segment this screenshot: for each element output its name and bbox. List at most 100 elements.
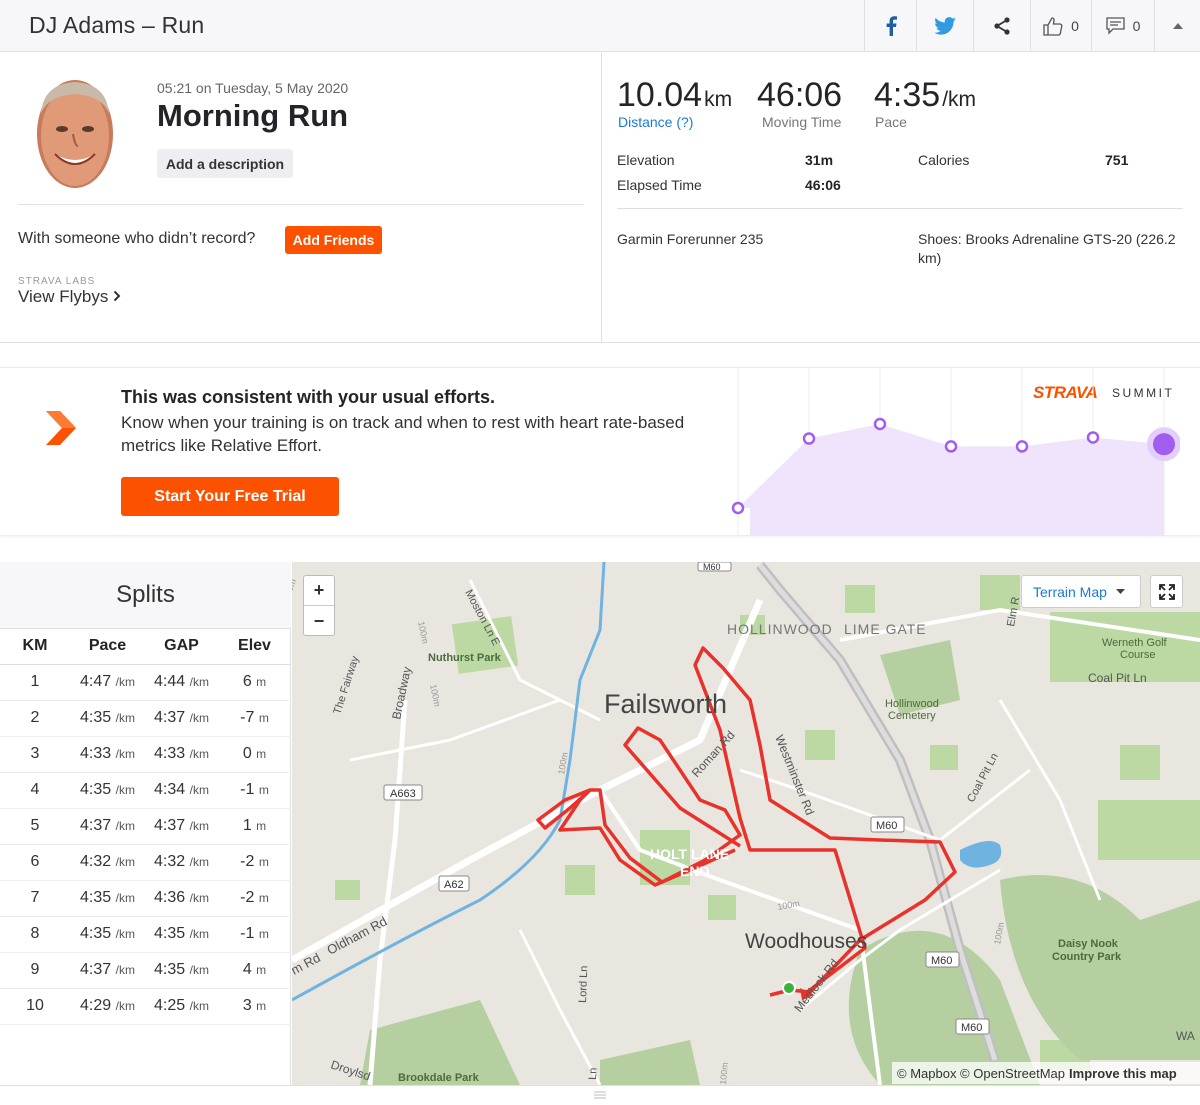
- comment-button[interactable]: 0: [1091, 0, 1154, 52]
- athlete-avatar[interactable]: [33, 74, 117, 192]
- map-canvas[interactable]: Failsworth Woodhouses HOLLINWOOD LIME GA…: [292, 562, 1200, 1085]
- splits-title: Splits: [0, 562, 291, 629]
- fullscreen-button[interactable]: [1150, 575, 1183, 608]
- split-gap: 4:36 /km: [145, 880, 218, 917]
- split-gap: 4:44 /km: [145, 664, 218, 701]
- col-pace: Pace: [70, 629, 145, 665]
- map-label-woodhouses: Woodhouses: [745, 930, 867, 953]
- chart-point: [873, 417, 887, 431]
- shield-m60-a: M60: [876, 820, 897, 832]
- view-flybys-link[interactable]: View Flybys: [18, 287, 108, 307]
- map-attribution: © Mapbox © OpenStreetMap Improve this ma…: [892, 1062, 1200, 1084]
- split-elev: 3 m: [218, 988, 291, 1025]
- start-marker: [782, 981, 796, 995]
- elapsed-time-label: Elapsed Time: [617, 177, 702, 193]
- split-km: 6: [0, 844, 70, 881]
- split-pace: 4:37 /km: [70, 808, 145, 845]
- split-gap: 4:33 /km: [145, 736, 218, 773]
- split-gap: 4:37 /km: [145, 700, 218, 737]
- contour-100m-e: 100m: [992, 921, 1006, 945]
- col-km: KM: [0, 629, 70, 665]
- zoom-out-button[interactable]: −: [304, 606, 334, 636]
- col-gap: GAP: [145, 629, 218, 665]
- map-label-lime-gate: LIME GATE: [844, 621, 927, 637]
- split-row: 1 4:47 /km 4:44 /km 6 m: [0, 664, 291, 701]
- split-pace: 4:35 /km: [70, 880, 145, 917]
- contour-0m: 0m: [292, 578, 298, 593]
- split-pace: 4:35 /km: [70, 700, 145, 737]
- shoes-line-1: Shoes: Brooks Adrenaline GTS-20 (226.2: [918, 231, 1176, 247]
- split-km: 3: [0, 736, 70, 773]
- distance-unit: km: [704, 88, 733, 111]
- add-description-button[interactable]: Add a description: [157, 149, 293, 178]
- relative-effort-chart: [731, 368, 1180, 536]
- map-zoom-control: + −: [303, 575, 335, 636]
- split-elev: -1 m: [218, 772, 291, 809]
- map-label-werneth-2: Course: [1120, 649, 1155, 661]
- split-row: 3 4:33 /km 4:33 /km 0 m: [0, 736, 291, 773]
- route-map[interactable]: Failsworth Woodhouses HOLLINWOOD LIME GA…: [292, 562, 1200, 1085]
- pace-label: Pace: [875, 114, 907, 130]
- map-label-ln: Ln: [587, 1067, 599, 1080]
- map-label-coal-pit-ln: Coal Pit Ln: [1088, 671, 1147, 685]
- zoom-in-button[interactable]: +: [304, 576, 334, 606]
- add-friends-button[interactable]: Add Friends: [285, 226, 382, 254]
- split-elev: 4 m: [218, 952, 291, 989]
- map-label-nuthurst-park: Nuthurst Park: [428, 652, 502, 664]
- map-label-hollinwood-cemetery-1: Hollinwood: [885, 698, 939, 710]
- map-label-failsworth: Failsworth: [604, 689, 727, 719]
- moving-time-label: Moving Time: [762, 114, 842, 130]
- twitter-share-button[interactable]: [916, 0, 973, 52]
- split-row: 4 4:35 /km 4:34 /km -1 m: [0, 772, 291, 809]
- shield-m60-c: M60: [961, 1022, 982, 1034]
- split-km: 8: [0, 916, 70, 953]
- split-gap: 4:37 /km: [145, 808, 218, 845]
- splits-header-row: KM Pace GAP Elev: [0, 629, 291, 665]
- fullscreen-icon: [1158, 583, 1175, 600]
- comment-icon: [1105, 17, 1125, 35]
- map-label-lord-ln: Lord Ln: [577, 965, 590, 1003]
- resize-handle-bar: [0, 1085, 1200, 1105]
- twitter-icon: [934, 17, 956, 35]
- improve-map-link[interactable]: Improve this map: [1069, 1066, 1177, 1081]
- map-label-the-fairway: The Fairway: [331, 654, 361, 716]
- split-elev: 6 m: [218, 664, 291, 701]
- attribution-text[interactable]: © Mapbox © OpenStreetMap: [897, 1066, 1065, 1081]
- kudos-button[interactable]: 0: [1030, 0, 1091, 52]
- chart-point: [1015, 440, 1029, 453]
- map-label-werneth-1: Werneth Golf: [1102, 637, 1168, 649]
- page-header: DJ Adams – Run 0 0: [0, 0, 1200, 52]
- facebook-share-button[interactable]: [864, 0, 916, 52]
- facebook-icon: [886, 16, 897, 36]
- map-label-holt-lane-end: END: [680, 863, 710, 879]
- terrain-map-dropdown[interactable]: Terrain Map: [1021, 575, 1141, 608]
- split-pace: 4:33 /km: [70, 736, 145, 773]
- split-elev: -7 m: [218, 700, 291, 737]
- contour-100m-b: 100m: [416, 620, 430, 644]
- share-button[interactable]: [973, 0, 1030, 52]
- elevation-label: Elevation: [617, 152, 675, 168]
- device-name: Garmin Forerunner 235: [617, 231, 764, 247]
- chart-point: [802, 432, 816, 445]
- chart-point: [731, 501, 745, 515]
- split-row: 2 4:35 /km 4:37 /km -7 m: [0, 700, 291, 737]
- split-gap: 4:32 /km: [145, 844, 218, 881]
- split-elev: 0 m: [218, 736, 291, 773]
- split-km: 7: [0, 880, 70, 917]
- pace-value: 4:35: [874, 76, 941, 114]
- splits-table: KM Pace GAP Elev 1 4:47 /km 4:44 /km 6 m 2 4:…: [0, 629, 291, 1025]
- split-pace: 4:35 /km: [70, 916, 145, 953]
- split-pace: 4:29 /km: [70, 988, 145, 1025]
- collapse-button[interactable]: [1154, 0, 1200, 52]
- drag-handle-icon[interactable]: [594, 1091, 606, 1099]
- split-elev: -2 m: [218, 844, 291, 881]
- strava-labs-label: STRAVA LABS: [18, 276, 96, 287]
- contour-100m-f: 100m: [718, 1062, 730, 1085]
- map-label-hollinwood: HOLLINWOOD: [727, 621, 833, 637]
- split-km: 9: [0, 952, 70, 989]
- distance-label[interactable]: Distance (?): [618, 114, 693, 130]
- start-free-trial-button[interactable]: Start Your Free Trial: [121, 477, 339, 516]
- activity-datetime: 05:21 on Tuesday, 5 May 2020: [157, 80, 349, 96]
- chart-point: [1086, 431, 1100, 444]
- map-label-daisy-nook-1: Daisy Nook: [1058, 938, 1119, 950]
